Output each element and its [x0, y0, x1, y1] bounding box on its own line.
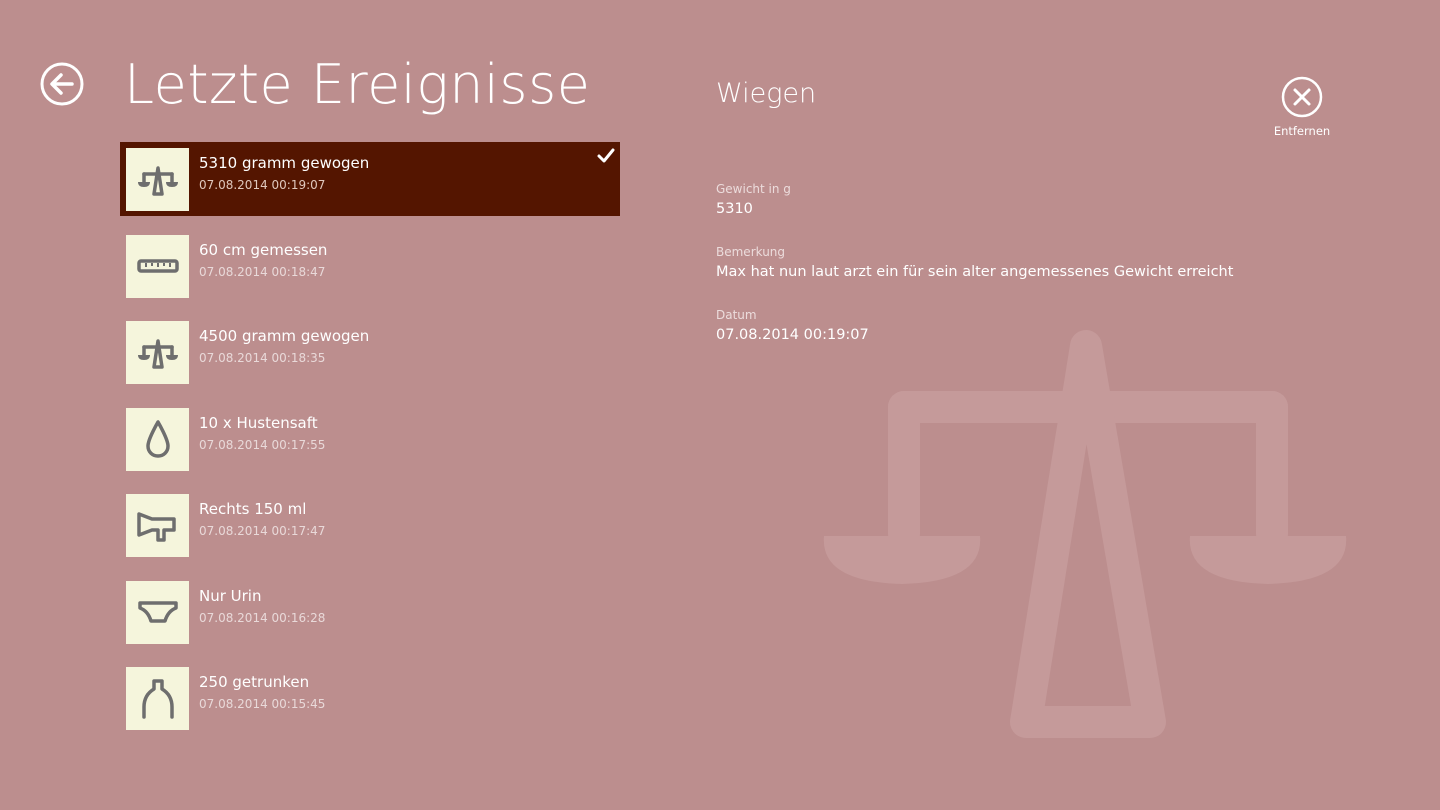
scale-icon [137, 338, 178, 369]
event-tile [126, 148, 189, 211]
event-tile [126, 234, 189, 298]
breast-pump-icon [136, 511, 176, 542]
event-title: 5310 gramm gewogen [199, 154, 370, 172]
list-item[interactable]: 5310 gramm gewogen 07.08.2014 00:19:07 [120, 142, 620, 216]
page-title: Letzte Ereignisse [124, 53, 591, 116]
event-tile [126, 580, 189, 644]
remark-value: Max hat nun laut arzt ein für sein alter… [716, 264, 1234, 280]
date-label: Datum [716, 308, 757, 322]
list-item[interactable]: 10 x Hustensaft 07.08.2014 00:17:55 [120, 402, 620, 476]
event-time: 07.08.2014 00:18:35 [199, 351, 326, 365]
event-time: 07.08.2014 00:16:28 [199, 610, 326, 625]
ruler-icon [136, 259, 179, 273]
drop-icon [145, 420, 170, 458]
remark-label: Bemerkung [716, 245, 786, 259]
list-item[interactable]: 250 getrunken 07.08.2014 00:15:45 [120, 661, 620, 735]
event-title: 60 cm gemessen [199, 240, 328, 259]
event-tile [126, 321, 189, 384]
event-title: 250 getrunken [199, 673, 310, 691]
event-time: 07.08.2014 00:17:55 [199, 437, 326, 452]
list-item[interactable]: Rechts 150 ml 07.08.2014 00:17:47 [120, 488, 620, 562]
event-title: Nur Urin [199, 586, 262, 605]
remove-button[interactable]: Entfernen [1266, 76, 1338, 146]
event-title: Rechts 150 ml [199, 500, 307, 518]
diaper-icon [137, 601, 178, 623]
scale-icon [137, 165, 178, 196]
weight-label: Gewicht in g [716, 182, 791, 196]
event-tile [126, 494, 189, 557]
bottle-icon [141, 678, 174, 719]
back-button[interactable] [40, 62, 84, 106]
list-item[interactable]: 60 cm gemessen 07.08.2014 00:18:47 [120, 229, 620, 303]
event-list: 5310 gramm gewogen 07.08.2014 00:19:07 6… [120, 142, 620, 748]
event-time: 07.08.2014 00:18:47 [199, 264, 326, 279]
event-title: 4500 gramm gewogen [199, 327, 370, 345]
event-time: 07.08.2014 00:19:07 [199, 178, 326, 192]
detail-title: Wiegen [716, 78, 817, 109]
weight-value: 5310 [716, 201, 753, 217]
event-time: 07.08.2014 00:17:47 [199, 524, 326, 538]
event-title: 10 x Hustensaft [199, 413, 318, 432]
date-value: 07.08.2014 00:19:07 [716, 327, 869, 343]
list-item[interactable]: 4500 gramm gewogen 07.08.2014 00:18:35 [120, 315, 620, 389]
event-time: 07.08.2014 00:15:45 [199, 697, 326, 711]
close-icon [1281, 76, 1323, 118]
check-icon [597, 148, 615, 163]
scale-watermark-icon [823, 330, 1347, 738]
remove-label: Entfernen [1273, 124, 1331, 138]
event-tile [126, 407, 189, 471]
list-item[interactable]: Nur Urin 07.08.2014 00:16:28 [120, 575, 620, 649]
event-tile [126, 667, 189, 730]
